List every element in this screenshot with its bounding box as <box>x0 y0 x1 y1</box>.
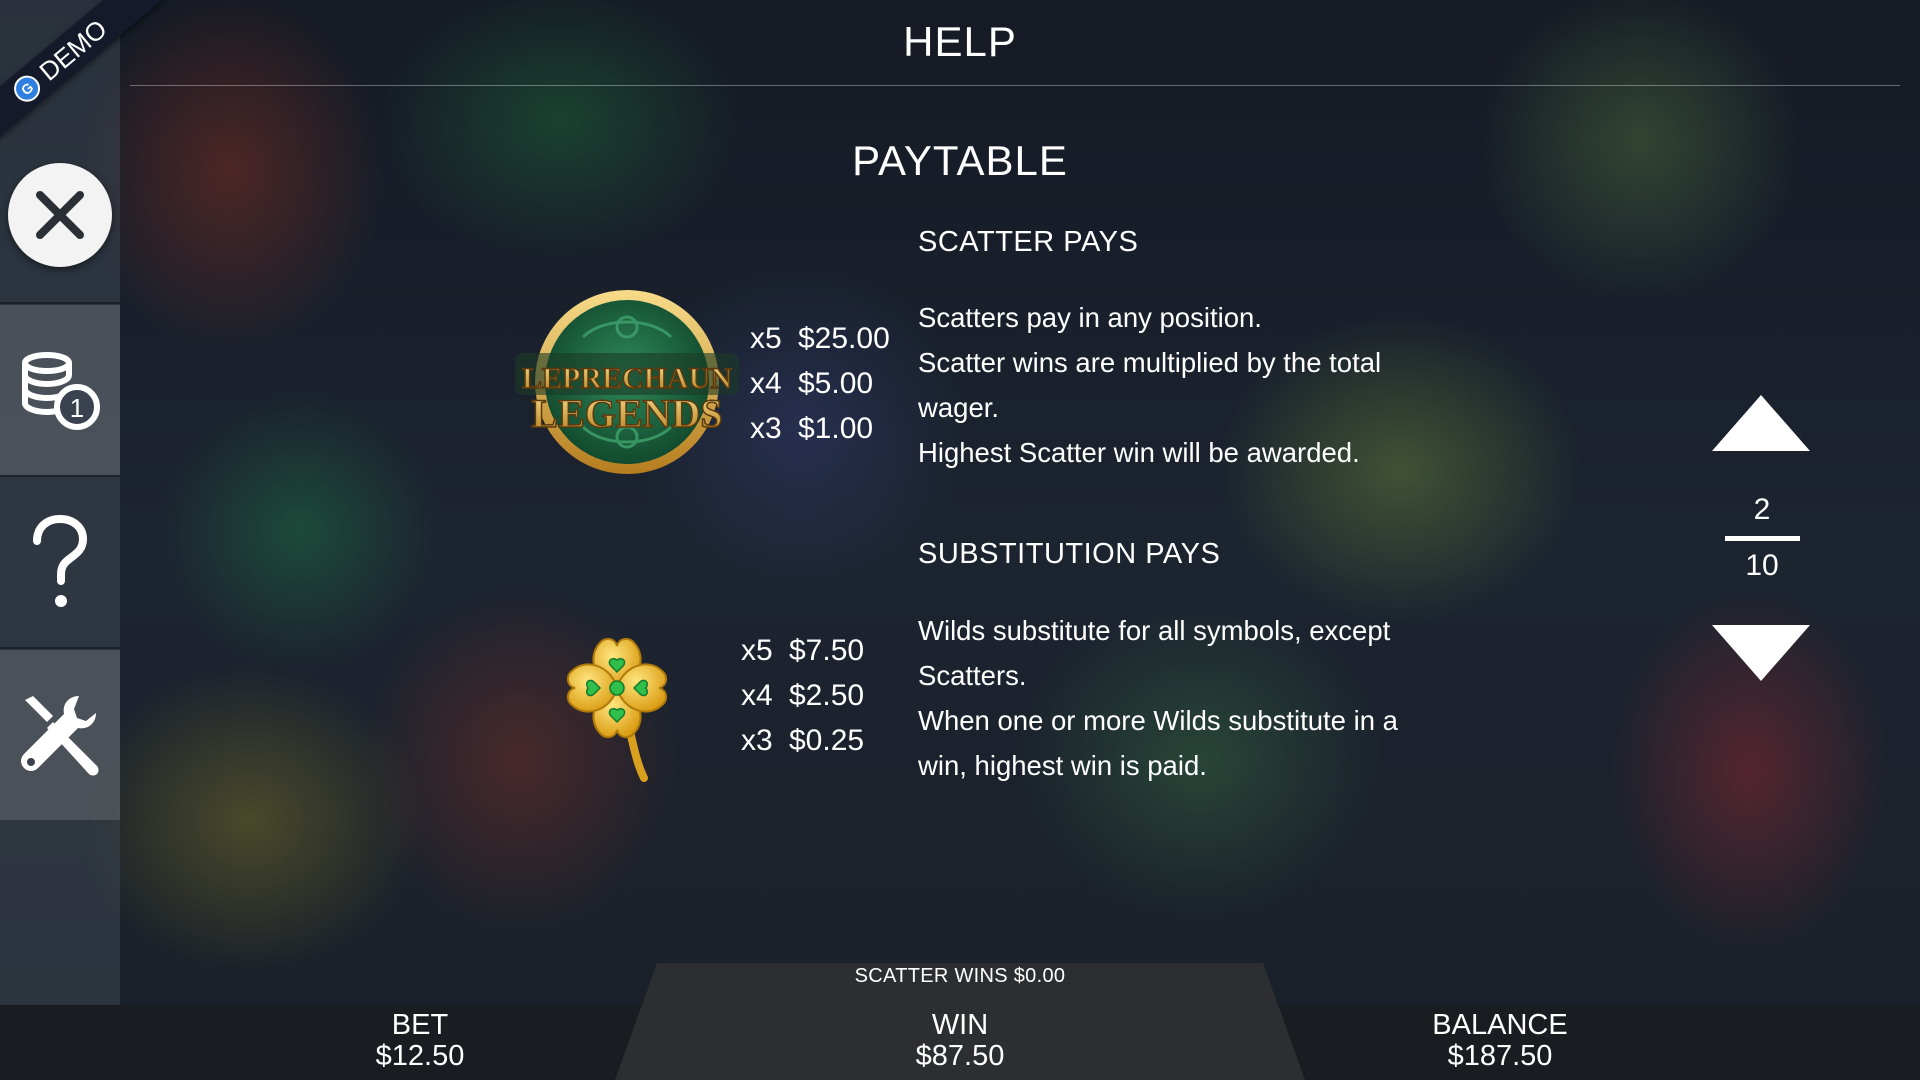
pay-row: x3 $1.00 <box>750 412 874 445</box>
page-total: 10 <box>1745 549 1779 582</box>
substitution-pays-title: SUBSTITUTION PAYS <box>918 538 1221 570</box>
balance-label: BALANCE <box>1432 1009 1568 1041</box>
scatter-pays-list: x5 $25.00 x4 $5.00 x3 $1.00 <box>750 316 890 451</box>
description-line: Scatters pay in any position. <box>918 302 1262 333</box>
leprechaun-legends-logo-icon: LEPRECHAUN LEGENDS <box>515 290 739 474</box>
pay-row: x4 $2.50 <box>741 679 865 712</box>
sidebar-divider <box>0 302 120 304</box>
description-line: Wilds substitute for all symbols, except… <box>918 615 1391 691</box>
sidebar-divider <box>0 475 120 477</box>
settings-button[interactable] <box>0 650 120 820</box>
tools-icon <box>21 696 99 776</box>
coins-icon: 1 <box>22 352 100 430</box>
balance-value: $187.50 <box>1447 1040 1553 1072</box>
scatter-description: Scatters pay in any position. Scatter wi… <box>918 295 1438 475</box>
bet-display[interactable]: BET $12.50 <box>220 1010 620 1072</box>
header-divider <box>130 85 1900 86</box>
pay-row: x5 $25.00 <box>750 322 890 355</box>
substitution-description: Wilds substitute for all symbols, except… <box>918 608 1438 788</box>
description-line: When one or more Wilds substitute in a w… <box>918 705 1398 781</box>
question-mark-icon <box>33 514 88 607</box>
help-button[interactable] <box>0 478 120 648</box>
page-down-button[interactable] <box>1710 623 1812 683</box>
description-line: Highest Scatter win will be awarded. <box>918 437 1360 468</box>
description-line: Scatter wins are multiplied by the total… <box>918 347 1382 423</box>
scatter-pays-title: SCATTER PAYS <box>918 226 1139 258</box>
bet-settings-button[interactable]: 1 <box>0 305 120 475</box>
page-up-button[interactable] <box>1710 393 1812 453</box>
scatter-wins-label: SCATTER WINS $0.00 <box>854 965 1066 987</box>
bet-label: BET <box>391 1009 449 1041</box>
win-label: WIN <box>931 1009 989 1041</box>
coins-badge: 1 <box>70 393 84 423</box>
balance-display: BALANCE $187.50 <box>1300 1010 1700 1072</box>
win-value: $87.50 <box>915 1040 1005 1072</box>
pay-row: x5 $7.50 <box>741 634 865 667</box>
page-divider <box>1725 536 1800 541</box>
bet-value: $12.50 <box>375 1040 465 1072</box>
paytable-title: PAYTABLE <box>852 137 1068 184</box>
page-title: HELP <box>903 18 1017 65</box>
provider-logo-icon: G <box>8 70 46 107</box>
logo-line2: LEGENDS <box>531 391 722 436</box>
pay-row: x4 $5.00 <box>750 367 874 400</box>
pay-row: x3 $0.25 <box>741 724 865 757</box>
sidebar-divider <box>0 647 120 649</box>
clover-icon <box>567 638 667 782</box>
substitution-pays-list: x5 $7.50 x4 $2.50 x3 $0.25 <box>741 628 864 763</box>
page-current: 2 <box>1753 493 1771 526</box>
win-display: WIN $87.50 <box>760 1010 1160 1072</box>
